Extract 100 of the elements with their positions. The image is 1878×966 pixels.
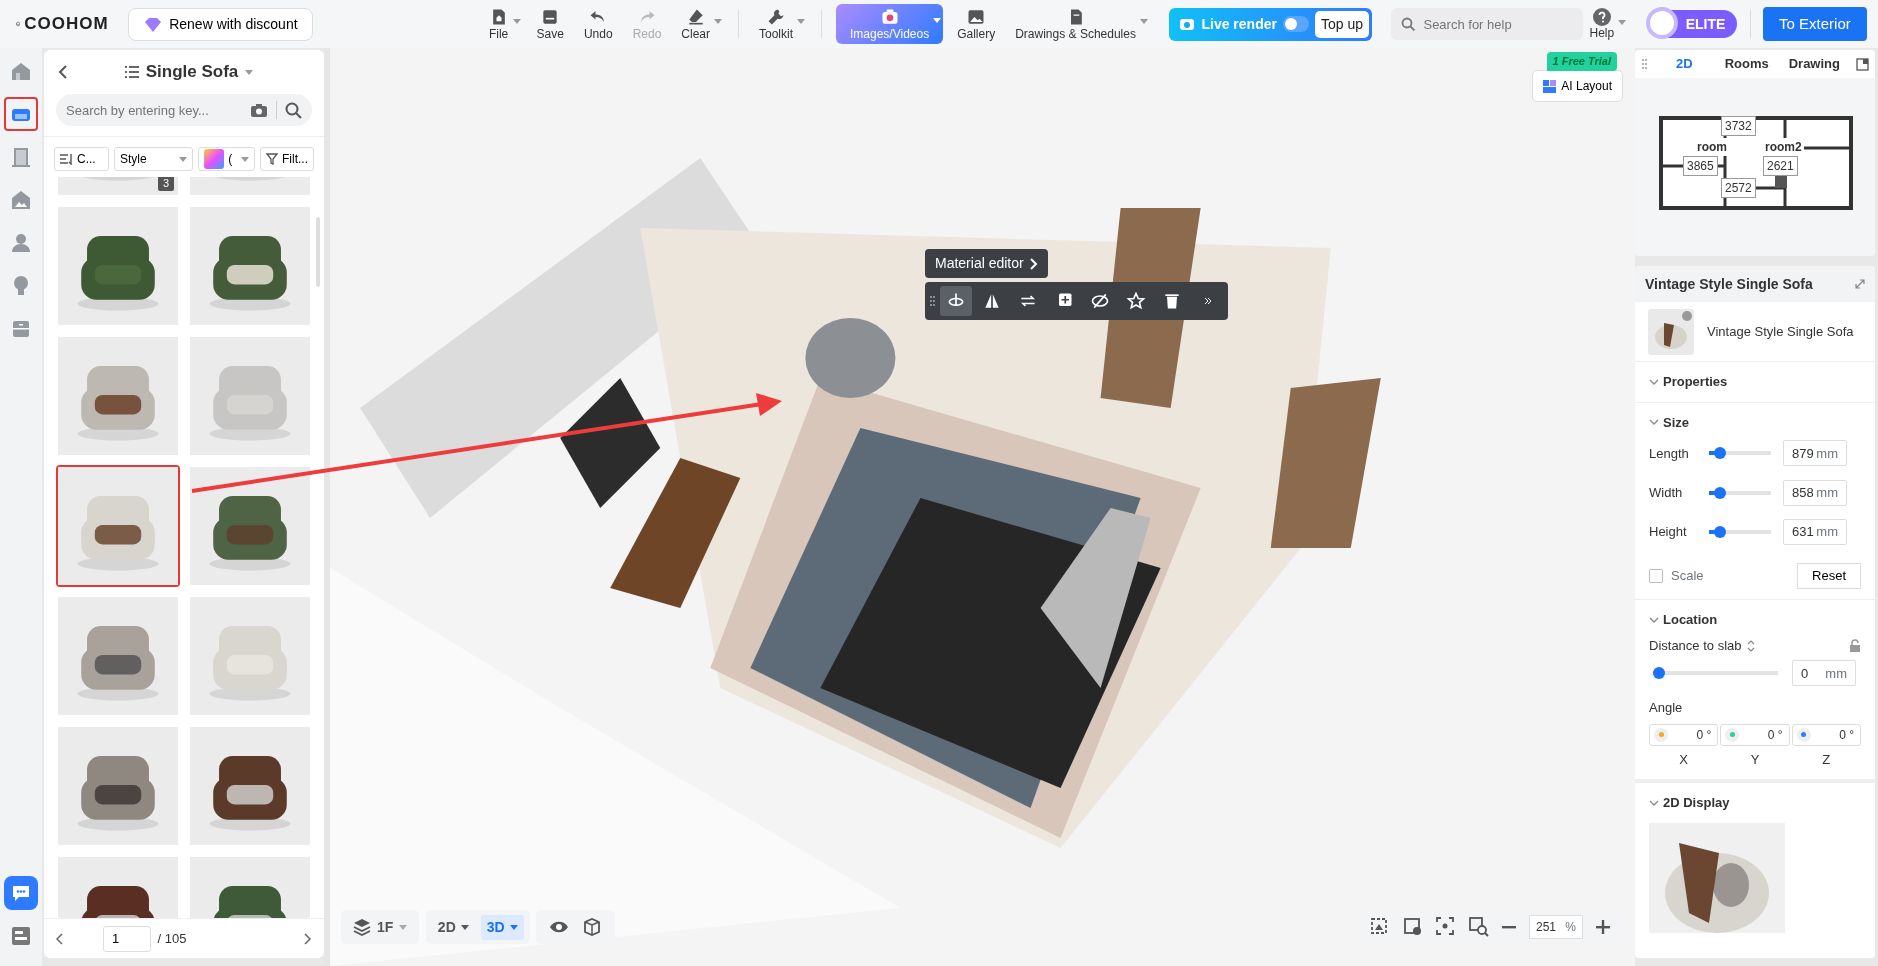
rotate-button[interactable] — [940, 286, 972, 316]
zoom-value: 251 — [1536, 919, 1557, 936]
search-field[interactable]: Search by entering key... — [56, 94, 312, 126]
ai-layout-button[interactable]: AI Layout — [1532, 70, 1623, 102]
file-button[interactable]: File — [482, 4, 523, 44]
field-label: Length — [1649, 444, 1690, 463]
room-label: room — [1695, 138, 1729, 156]
chevrons-icon — [1202, 295, 1214, 307]
camera-icon — [250, 102, 268, 118]
page-field[interactable]: 1 — [103, 925, 151, 952]
elite-badge: ELITE — [1647, 10, 1738, 38]
help-button[interactable]: Help — [1583, 5, 1629, 43]
axis-label: Z — [1822, 750, 1831, 769]
scrollbar[interactable] — [316, 217, 320, 287]
zoom-area-button[interactable] — [1469, 917, 1489, 937]
dimension-label: 3865 — [1683, 156, 1718, 176]
lock-icon — [1849, 639, 1861, 652]
previous-page-button[interactable] — [56, 932, 64, 945]
view-dropdown[interactable]: 2D — [431, 914, 475, 940]
caret-icon — [509, 924, 518, 930]
cube-button[interactable] — [582, 917, 603, 937]
field-label: Height — [1649, 523, 1688, 541]
chevron-down-icon — [1649, 419, 1659, 426]
slider-thumb[interactable] — [1653, 667, 1665, 680]
category-dropdown[interactable]: Single Sofa — [125, 59, 253, 85]
renew-button[interactable]: Renew with discount — [128, 7, 313, 41]
star-icon — [1126, 291, 1146, 311]
zoom-icon — [1469, 917, 1489, 937]
next-page-button[interactable] — [304, 932, 312, 945]
chat-icon — [10, 883, 32, 903]
top-up-button[interactable]: Top up — [1314, 10, 1369, 38]
back-button[interactable] — [58, 64, 68, 80]
view-tab[interactable]: Drawing — [1778, 50, 1850, 78]
reset-button[interactable]: Reset — [1797, 562, 1861, 589]
view-tab[interactable]: Rooms — [1714, 50, 1779, 78]
view-settings-button[interactable] — [1403, 917, 1423, 937]
dimension-label: 3732 — [1721, 116, 1756, 136]
sort-button[interactable]: C... — [54, 147, 109, 171]
zoom-field[interactable]: 251 % — [1529, 915, 1583, 939]
caret-icon — [1618, 19, 1627, 25]
value-field[interactable]: 0 mm — [1792, 660, 1856, 687]
product-card[interactable]: 3 — [56, 177, 180, 197]
gear-icon — [1403, 917, 1423, 937]
save-button[interactable]: Save — [530, 4, 570, 44]
slider-thumb[interactable] — [1714, 447, 1726, 460]
chevron-right-icon — [1029, 257, 1038, 270]
sort-icon — [1746, 639, 1755, 652]
value-field[interactable]: 858 mm — [1783, 479, 1847, 506]
chevron-right-icon — [304, 932, 312, 945]
back-icon — [58, 64, 68, 80]
caret-icon — [244, 69, 253, 75]
sofa-tab[interactable] — [4, 97, 38, 131]
expand-icon — [1856, 57, 1869, 71]
frame-icon — [1370, 917, 1390, 937]
filter-button[interactable]: Filt... — [260, 147, 314, 171]
visibility-button[interactable] — [549, 919, 570, 935]
panel-icon — [10, 925, 32, 947]
live-render-label: Live render — [1201, 14, 1277, 34]
focus-button[interactable] — [1436, 917, 1456, 937]
caret-icon — [241, 156, 249, 162]
slider-thumb[interactable] — [1714, 525, 1726, 538]
zoom-in-button[interactable] — [1596, 920, 1610, 934]
angle-field[interactable]: 0 ° — [1649, 723, 1719, 746]
trial-badge: 1 Free Trial — [1546, 52, 1617, 71]
layout-icon — [1543, 79, 1557, 93]
toolkit-button[interactable]: Toolkit — [753, 4, 807, 44]
drawings-button[interactable]: Drawings & Schedules — [1009, 4, 1150, 44]
hide-icon — [1090, 291, 1110, 311]
section-heading: Location — [1663, 610, 1718, 629]
fit-button[interactable] — [1370, 917, 1390, 937]
section-heading: Size — [1663, 413, 1689, 432]
toggle-switch[interactable] — [1282, 16, 1309, 32]
material-editor-button[interactable]: Material editor — [925, 249, 1048, 278]
caret-icon — [460, 924, 469, 930]
gallery-button[interactable]: Gallery — [951, 4, 1002, 44]
scale-checkbox[interactable] — [1649, 568, 1663, 583]
search-field[interactable]: Search for help — [1391, 8, 1584, 40]
color-dropdown[interactable]: ( — [198, 147, 255, 171]
drag-handle-icon — [1641, 58, 1648, 70]
object-name: Vintage Style Single Sofa — [1707, 322, 1854, 341]
slider-thumb[interactable] — [1714, 486, 1726, 499]
angle-field[interactable]: 0 ° — [1791, 723, 1861, 746]
to-exterior-button[interactable]: To Exterior — [1763, 6, 1867, 42]
caret-icon — [179, 156, 188, 162]
chevron-down-icon — [1649, 800, 1659, 806]
focus-icon — [1436, 917, 1456, 937]
chevron-down-icon — [1649, 616, 1659, 623]
chat-button[interactable] — [4, 876, 38, 910]
filter-icon — [266, 153, 278, 165]
logo: COOHOM — [24, 13, 109, 36]
style-dropdown[interactable]: Style — [113, 147, 194, 171]
angle-field[interactable]: 0 ° — [1720, 723, 1790, 746]
value-field[interactable]: 879 mm — [1783, 440, 1847, 467]
value-field[interactable]: 631 mm — [1783, 518, 1847, 545]
zoom-unit: % — [1565, 919, 1576, 936]
undo-button[interactable]: Undo — [577, 4, 619, 44]
dimension-label: 2621 — [1763, 156, 1798, 176]
view-dropdown[interactable]: 3D — [480, 914, 524, 940]
clear-button[interactable]: Clear — [675, 4, 724, 44]
drag-handle-icon — [929, 294, 936, 308]
